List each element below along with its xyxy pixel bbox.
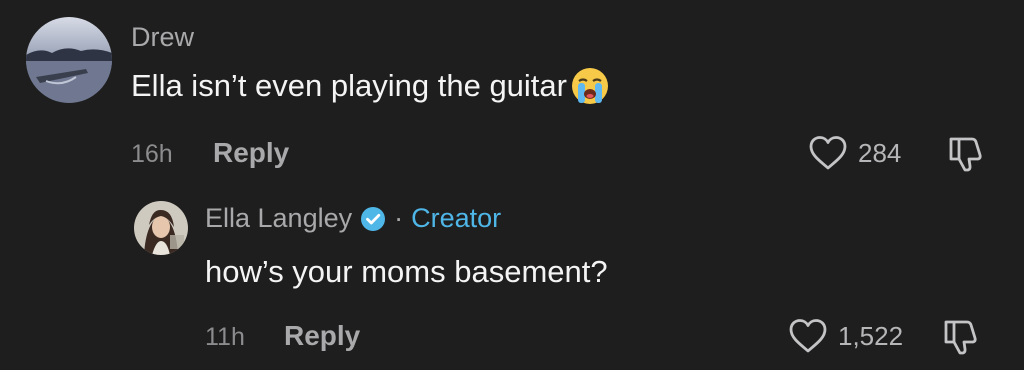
- avatar-image: [26, 17, 112, 103]
- reply-text: how’s your moms basement?: [205, 254, 608, 289]
- like-button[interactable]: 1,522: [788, 318, 903, 354]
- heart-icon: [788, 318, 828, 354]
- avatar-image: [134, 201, 188, 255]
- separator-dot: ·: [394, 203, 404, 233]
- verified-badge-icon: [360, 206, 386, 232]
- dislike-button[interactable]: [940, 316, 982, 356]
- reply-button[interactable]: Reply: [213, 137, 289, 169]
- thumbs-down-icon: [940, 316, 982, 361]
- like-button[interactable]: 284: [808, 135, 901, 171]
- dislike-button[interactable]: [945, 133, 987, 173]
- reply-header: Ella Langley · Creator: [205, 203, 501, 234]
- thumbs-down-icon: [945, 133, 987, 178]
- avatar[interactable]: [134, 201, 188, 255]
- heart-icon: [808, 135, 848, 171]
- reply-username[interactable]: Ella Langley: [205, 203, 352, 234]
- comment-username[interactable]: Drew: [131, 22, 194, 53]
- comment-body: Ella isn’t even playing the guitar: [131, 66, 610, 106]
- like-count: 284: [858, 137, 902, 168]
- loudly-crying-face-icon: [570, 66, 610, 106]
- reply-timestamp: 11h: [205, 323, 245, 351]
- comment-timestamp: 16h: [131, 140, 173, 168]
- reply-button[interactable]: Reply: [284, 320, 360, 352]
- creator-label: Creator: [411, 203, 502, 233]
- like-count: 1,522: [838, 320, 904, 351]
- comment-text: Ella isn’t even playing the guitar: [131, 68, 567, 103]
- avatar[interactable]: [26, 17, 112, 103]
